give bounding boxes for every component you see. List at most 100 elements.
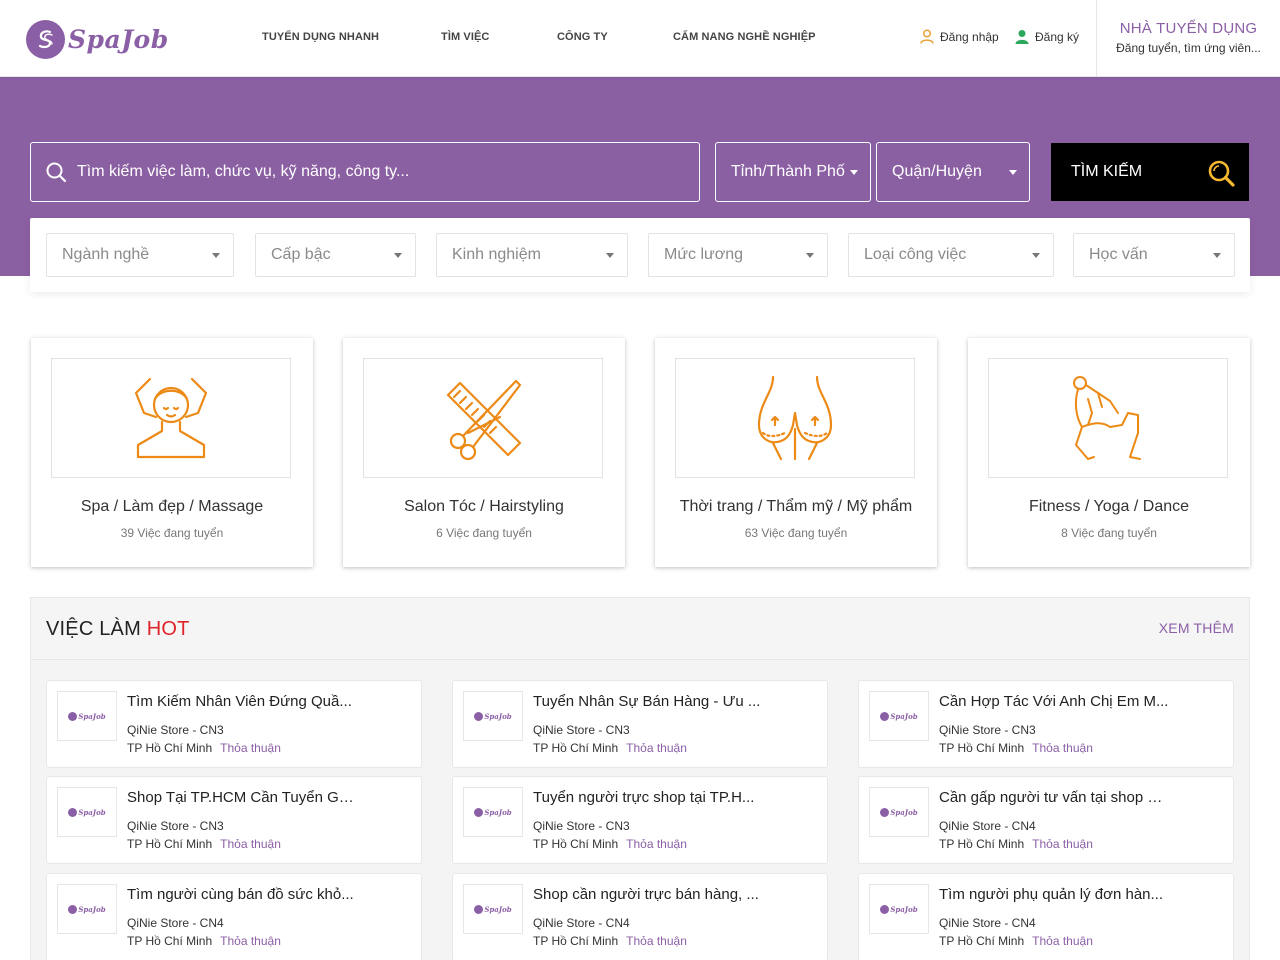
salary-filter[interactable]: Mức lương: [648, 233, 828, 277]
job-card[interactable]: SpaJob Cần gấp người tư vấn tại shop ở..…: [858, 776, 1234, 864]
category-card-salon[interactable]: Salon Tóc / Hairstyling 6 Việc đang tuyể…: [343, 338, 625, 567]
level-filter-label: Cấp bậc: [271, 246, 331, 263]
company-logo: SpaJob: [869, 787, 929, 837]
company-logo: SpaJob: [463, 884, 523, 934]
job-title: Tuyển người trực shop tại TP.H...: [533, 789, 755, 806]
register-link[interactable]: Đăng ký: [1015, 29, 1079, 44]
education-filter-label: Học vấn: [1089, 246, 1148, 263]
job-title: Shop Tại TP.HCM Cần Tuyển Gấ...: [127, 789, 357, 806]
chevron-down-icon: [606, 253, 614, 258]
district-select-value: Quận/Huyện: [892, 163, 982, 180]
hot-title-highlight: HOT: [146, 618, 190, 640]
job-location: TP Hồ Chí Minh Thỏa thuận: [939, 741, 1093, 755]
category-count: 6 Việc đang tuyển: [436, 526, 532, 540]
hot-title-prefix: VIỆC LÀM: [46, 618, 141, 640]
nav-quick-recruit[interactable]: TUYỂN DỤNG NHANH: [262, 31, 379, 43]
login-link[interactable]: Đăng nhập: [920, 29, 999, 44]
body-contour-icon: [757, 375, 833, 461]
nav-company[interactable]: CÔNG TY: [557, 31, 608, 43]
category-image: [988, 358, 1228, 478]
company-logo: SpaJob: [869, 884, 929, 934]
district-select[interactable]: Quận/Huyện: [876, 142, 1030, 202]
job-location: TP Hồ Chí Minh Thỏa thuận: [939, 837, 1093, 851]
job-card[interactable]: SpaJob Shop cần người trực bán hàng, ...…: [452, 873, 828, 960]
job-card[interactable]: SpaJob Cần Hợp Tác Với Anh Chị Em M... Q…: [858, 680, 1234, 768]
job-company: QiNie Store - CN4: [939, 819, 1036, 833]
job-salary: Thỏa thuận: [220, 837, 281, 851]
industry-filter[interactable]: Ngành nghề: [46, 233, 234, 277]
massage-icon: [134, 377, 208, 459]
job-card[interactable]: SpaJob Tìm người phụ quản lý đơn hàn... …: [858, 873, 1234, 960]
education-filter[interactable]: Học vấn: [1073, 233, 1235, 277]
search-button-label: TÌM KIẾM: [1071, 163, 1143, 180]
search-input[interactable]: [77, 163, 677, 181]
city-select[interactable]: Tỉnh/Thành Phố: [715, 142, 871, 202]
search-box[interactable]: [30, 142, 700, 202]
hot-jobs-section: VIỆC LÀM HOT XEM THÊM SpaJob Tìm Kiếm Nh…: [30, 597, 1250, 960]
hot-jobs-title: VIỆC LÀM HOT: [46, 618, 190, 641]
level-filter[interactable]: Cấp bậc: [255, 233, 416, 277]
register-label: Đăng ký: [1035, 29, 1080, 44]
job-card[interactable]: SpaJob Shop Tại TP.HCM Cần Tuyển Gấ... Q…: [46, 776, 422, 864]
logo-mark-icon: [880, 711, 890, 721]
company-logo: SpaJob: [57, 691, 117, 741]
city-select-value: Tỉnh/Thành Phố: [731, 163, 845, 180]
job-type-filter[interactable]: Loại công việc: [848, 233, 1054, 277]
filter-panel: Ngành nghề Cấp bậc Kinh nghiệm Mức lương…: [30, 218, 1250, 292]
logo-mark-icon: [880, 807, 890, 817]
job-location: TP Hồ Chí Minh Thỏa thuận: [533, 741, 687, 755]
chevron-down-icon: [1009, 170, 1017, 175]
job-card[interactable]: SpaJob Tìm người cùng bán đồ sức khỏ... …: [46, 873, 422, 960]
category-card-fashion[interactable]: Thời trang / Thẩm mỹ / Mỹ phẩm 63 Việc đ…: [655, 338, 937, 567]
job-company: QiNie Store - CN3: [127, 819, 224, 833]
job-company: QiNie Store - CN4: [533, 916, 630, 930]
job-salary: Thỏa thuận: [1032, 741, 1093, 755]
job-title: Tìm Kiếm Nhân Viên Đứng Quầ...: [127, 693, 352, 710]
chevron-down-icon: [1032, 253, 1040, 258]
job-company: QiNie Store - CN3: [533, 819, 630, 833]
category-count: 8 Việc đang tuyển: [1061, 526, 1157, 540]
yoga-icon: [1073, 376, 1141, 460]
logo-mark-icon: [474, 807, 484, 817]
job-company: QiNie Store - CN4: [939, 916, 1036, 930]
job-card[interactable]: SpaJob Tuyển Nhân Sự Bán Hàng - Ưu ... Q…: [452, 680, 828, 768]
category-card-spa[interactable]: Spa / Làm đẹp / Massage 39 Việc đang tuy…: [31, 338, 313, 567]
category-card-fitness[interactable]: Fitness / Yoga / Dance 8 Việc đang tuyển: [968, 338, 1250, 567]
see-more-link[interactable]: XEM THÊM: [1159, 620, 1234, 636]
job-company: QiNie Store - CN3: [533, 723, 630, 737]
nav-find-job[interactable]: TÌM VIỆC: [441, 31, 489, 43]
site-logo[interactable]: SpaJob: [26, 20, 169, 59]
job-salary: Thỏa thuận: [220, 934, 281, 948]
job-company: QiNie Store - CN4: [127, 916, 224, 930]
job-type-filter-label: Loại công việc: [864, 246, 967, 263]
job-salary: Thỏa thuận: [1032, 934, 1093, 948]
search-button[interactable]: TÌM KIẾM: [1051, 143, 1249, 201]
job-title: Tìm người cùng bán đồ sức khỏ...: [127, 886, 354, 903]
job-company: QiNie Store - CN3: [939, 723, 1036, 737]
category-count: 63 Việc đang tuyển: [744, 526, 848, 540]
category-image: [51, 358, 291, 478]
nav-career-guide[interactable]: CẨM NANG NGHỀ NGHIỆP: [673, 31, 816, 43]
job-title: Cần gấp người tư vấn tại shop ở...: [939, 789, 1169, 806]
employer-link[interactable]: NHÀ TUYỂN DỤNG Đăng tuyển, tìm ứng viên.…: [1096, 0, 1280, 77]
experience-filter[interactable]: Kinh nghiệm: [436, 233, 628, 277]
chevron-down-icon: [212, 253, 220, 258]
chevron-down-icon: [850, 170, 858, 175]
job-card[interactable]: SpaJob Tuyển người trực shop tại TP.H...…: [452, 776, 828, 864]
magnifier-icon: [1208, 160, 1235, 187]
logo-mark-icon: [68, 711, 78, 721]
category-name: Spa / Làm đẹp / Massage: [80, 498, 264, 515]
job-salary: Thỏa thuận: [1032, 837, 1093, 851]
category-count: 39 Việc đang tuyển: [120, 526, 224, 540]
company-logo: SpaJob: [869, 691, 929, 741]
job-title: Tìm người phụ quản lý đơn hàn...: [939, 886, 1164, 903]
company-logo: SpaJob: [57, 787, 117, 837]
job-card[interactable]: SpaJob Tìm Kiếm Nhân Viên Đứng Quầ... Qi…: [46, 680, 422, 768]
chevron-down-icon: [1213, 253, 1221, 258]
category-name: Thời trang / Thẩm mỹ / Mỹ phẩm: [679, 498, 913, 515]
experience-filter-label: Kinh nghiệm: [452, 246, 541, 263]
job-salary: Thỏa thuận: [626, 934, 687, 948]
company-logo: SpaJob: [57, 884, 117, 934]
job-location: TP Hồ Chí Minh Thỏa thuận: [939, 934, 1093, 948]
logo-mark-icon: [474, 904, 484, 914]
